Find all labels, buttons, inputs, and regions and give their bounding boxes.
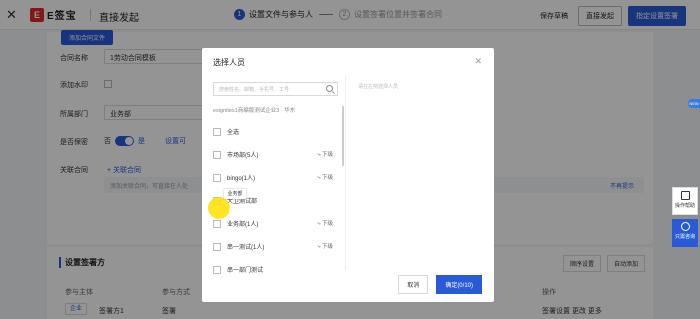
org-breadcrumb: esignites1商编版测试企业3 · 华东 bbox=[213, 108, 296, 114]
item-label: 市场部(5人) bbox=[227, 153, 259, 159]
hover-tooltip: 业务部 bbox=[224, 189, 246, 199]
select-all-item[interactable]: 全选 bbox=[213, 120, 335, 143]
selected-placeholder: 请在左侧选择人员 bbox=[358, 84, 399, 90]
list-item[interactable]: 串一测试(1人) ⤷ 下级 bbox=[213, 235, 335, 258]
item-label: 串一测试(1人) bbox=[227, 245, 265, 251]
item-label: 串一部门测试 bbox=[227, 268, 264, 274]
subordinate-label: 下级 bbox=[321, 244, 333, 250]
cursor-highlight bbox=[208, 197, 230, 219]
document-icon bbox=[680, 191, 690, 200]
select-person-modal: 选择人员 ✕ 搜索姓名、邮箱、手机号、工号 esignites1商编版测试企业3… bbox=[202, 48, 494, 302]
subordinate-label: 下级 bbox=[321, 221, 333, 227]
item-checkbox[interactable] bbox=[213, 242, 221, 251]
cancel-button[interactable]: 取消 bbox=[398, 275, 429, 294]
item-checkbox[interactable] bbox=[213, 173, 221, 182]
list-item[interactable]: 串一部门测试 bbox=[213, 258, 335, 281]
subordinate-label: 下级 bbox=[321, 152, 333, 158]
modal-title: 选择人员 bbox=[213, 58, 245, 67]
consult-widget[interactable]: 只需咨询 bbox=[672, 219, 698, 247]
item-label: bingo(1人) bbox=[227, 176, 256, 182]
item-checkbox[interactable] bbox=[213, 150, 221, 159]
list-item[interactable]: 市场部(5人) ⤷ 下级 bbox=[213, 143, 335, 166]
person-search-input[interactable]: 搜索姓名、邮箱、手机号、工号 bbox=[213, 82, 338, 96]
confirm-button[interactable]: 确定(0/10) bbox=[436, 275, 482, 294]
select-all-checkbox[interactable] bbox=[213, 127, 221, 136]
item-checkbox[interactable] bbox=[213, 265, 221, 274]
consult-label: 只需咨询 bbox=[674, 234, 695, 240]
help-label: 操作帮助 bbox=[674, 203, 695, 209]
list-item[interactable]: 业务部(1人) ⤷ 下级 bbox=[213, 212, 335, 235]
subordinate-link[interactable]: ⤷ 下级 bbox=[317, 242, 333, 251]
select-all-label: 全选 bbox=[227, 130, 240, 136]
department-list: 全选 市场部(5人) ⤷ 下级 bingo(1人) ⤷ 下级 大卫测试部 业务部… bbox=[213, 120, 335, 281]
item-checkbox[interactable] bbox=[213, 219, 221, 228]
search-icon[interactable] bbox=[326, 85, 333, 92]
headset-icon bbox=[680, 222, 690, 231]
modal-column-divider bbox=[345, 76, 346, 270]
subordinate-link[interactable]: ⤷ 下级 bbox=[317, 173, 333, 182]
new-badge[interactable]: NEW bbox=[688, 99, 700, 108]
subordinate-link[interactable]: ⤷ 下级 bbox=[317, 150, 333, 159]
list-item[interactable]: bingo(1人) ⤷ 下级 bbox=[213, 166, 335, 189]
item-label: 业务部(1人) bbox=[227, 222, 259, 228]
subordinate-link[interactable]: ⤷ 下级 bbox=[317, 219, 333, 228]
modal-footer: 取消 确定(0/10) bbox=[398, 275, 482, 294]
close-icon[interactable]: ✕ bbox=[474, 56, 482, 67]
subordinate-label: 下级 bbox=[321, 175, 333, 181]
list-scrollbar[interactable] bbox=[342, 106, 344, 166]
search-placeholder: 搜索姓名、邮箱、手机号、工号 bbox=[219, 87, 290, 93]
help-widget[interactable]: 操作帮助 bbox=[672, 187, 698, 215]
